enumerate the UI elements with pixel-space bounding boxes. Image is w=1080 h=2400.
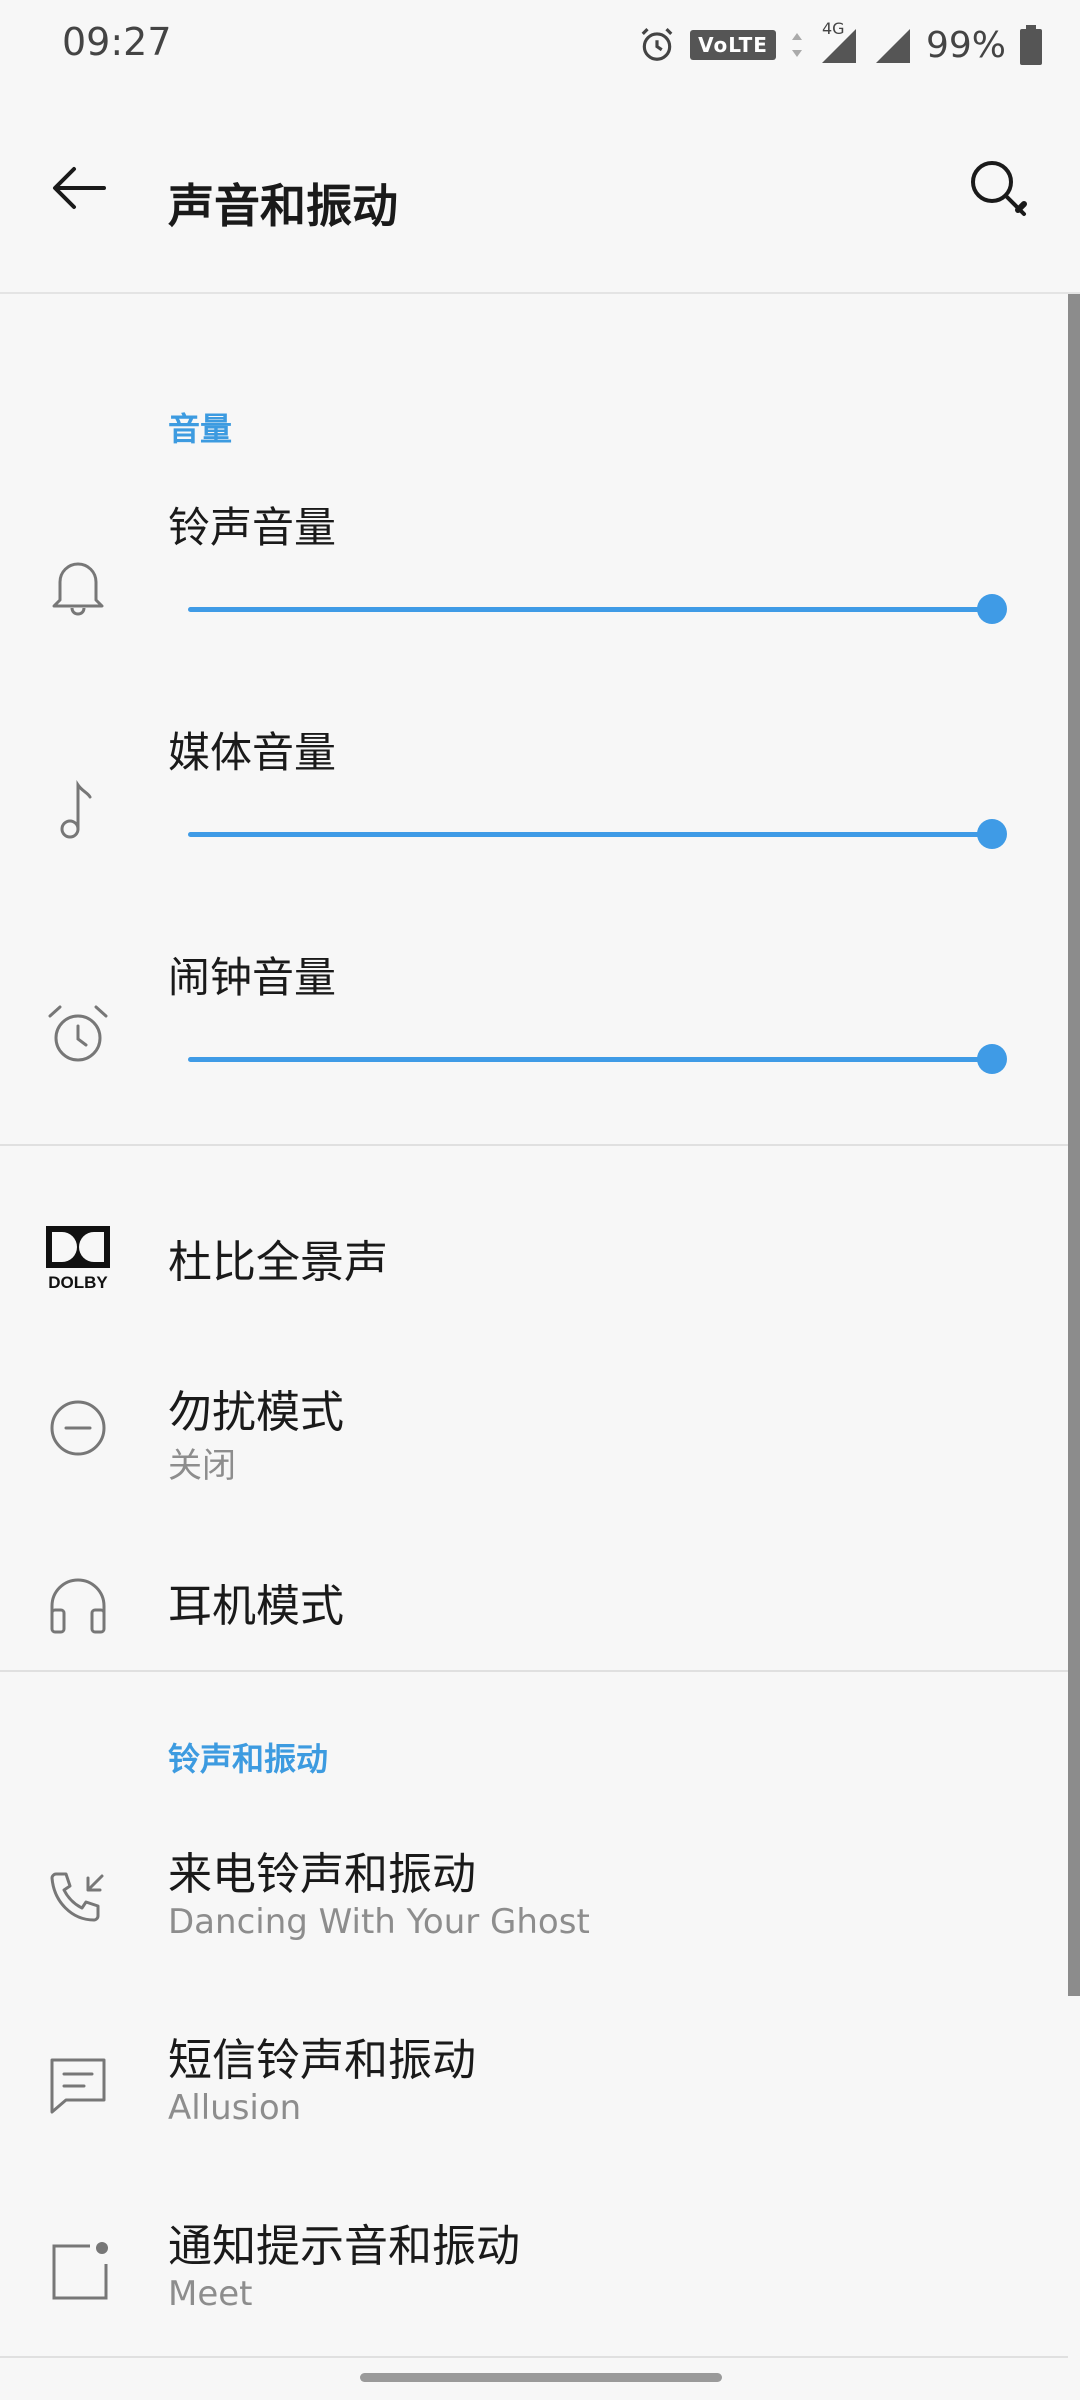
alarm-icon (638, 26, 676, 64)
slider-thumb[interactable] (977, 594, 1007, 624)
signal-4g-icon: 4G (818, 19, 858, 65)
notification-sound-value: Meet (168, 2274, 253, 2314)
ringtone-volume-row: 铃声音量 (0, 494, 1080, 694)
notification-sound-item[interactable]: 通知提示音和振动 Meet (0, 2192, 1068, 2362)
message-icon (40, 2048, 116, 2124)
incoming-call-ringtone-item[interactable]: 来电铃声和振动 Dancing With Your Ghost (0, 1820, 1068, 1990)
media-volume-row: 媒体音量 (0, 719, 1080, 919)
incoming-call-ringtone-title: 来电铃声和振动 (168, 1849, 476, 1900)
slider-thumb[interactable] (977, 1044, 1007, 1074)
sms-ringtone-value: Allusion (168, 2088, 302, 2128)
headphones-icon (40, 1566, 116, 1642)
bottom-divider (0, 2356, 1068, 2358)
app-bar: 声音和振动 (0, 90, 1080, 294)
dolby-icon: DOLBY (40, 1222, 116, 1298)
data-arrows-icon (790, 31, 804, 59)
do-not-disturb-status: 关闭 (168, 1446, 236, 1486)
media-volume-slider[interactable] (188, 819, 1007, 849)
signal-icon (872, 25, 912, 65)
search-icon (960, 161, 1040, 234)
slider-track (188, 832, 992, 837)
network-type-label: 4G (821, 19, 845, 38)
sms-ringtone-title: 短信铃声和振动 (168, 2035, 476, 2086)
section-divider (0, 1144, 1068, 1146)
music-note-icon (40, 771, 116, 847)
back-button[interactable] (44, 152, 116, 224)
media-volume-label: 媒体音量 (168, 728, 337, 777)
headphone-mode-title: 耳机模式 (168, 1581, 344, 1632)
sms-ringtone-item[interactable]: 短信铃声和振动 Allusion (0, 2006, 1068, 2176)
dolby-logo-text: DOLBY (48, 1273, 108, 1292)
alarm-clock-icon (40, 996, 116, 1072)
notification-sound-title: 通知提示音和振动 (168, 2221, 520, 2272)
section-divider (0, 1670, 1068, 1672)
do-not-disturb-title: 勿扰模式 (168, 1387, 344, 1438)
slider-track (188, 607, 992, 612)
search-button[interactable] (960, 150, 1040, 230)
headphone-mode-item[interactable]: 耳机模式 (0, 1530, 1068, 1670)
alarm-volume-row: 闹钟音量 (0, 944, 1080, 1144)
ringtone-volume-slider[interactable] (188, 594, 1007, 624)
do-not-disturb-item[interactable]: 勿扰模式 关闭 (0, 1350, 1068, 1520)
slider-thumb[interactable] (977, 819, 1007, 849)
alarm-volume-label: 闹钟音量 (168, 953, 337, 1002)
ringtone-section-header: 铃声和振动 (168, 1740, 329, 1778)
do-not-disturb-icon (40, 1390, 116, 1466)
status-icons: VoLTE 4G 99% (638, 19, 1042, 70)
slider-track (188, 1057, 992, 1062)
status-bar: 09:27 VoLTE 4G 99% (0, 0, 1080, 90)
volume-section-header: 音量 (168, 410, 233, 448)
battery-percent: 99% (925, 24, 1006, 66)
arrow-left-icon (44, 167, 116, 228)
status-time: 09:27 (62, 20, 172, 64)
incoming-call-icon (40, 1862, 116, 1938)
page-title: 声音和振动 (168, 179, 398, 233)
dolby-atmos-title: 杜比全景声 (168, 1237, 388, 1288)
battery-icon (1020, 25, 1042, 65)
bell-icon (40, 546, 116, 622)
alarm-volume-slider[interactable] (188, 1044, 1007, 1074)
volte-icon: VoLTE (690, 30, 776, 60)
notification-icon (40, 2234, 116, 2310)
ringtone-volume-label: 铃声音量 (168, 503, 337, 552)
dolby-atmos-item[interactable]: DOLBY 杜比全景声 (0, 1190, 1068, 1330)
incoming-call-ringtone-value: Dancing With Your Ghost (168, 1902, 590, 1942)
gesture-nav-handle[interactable] (360, 2373, 722, 2382)
